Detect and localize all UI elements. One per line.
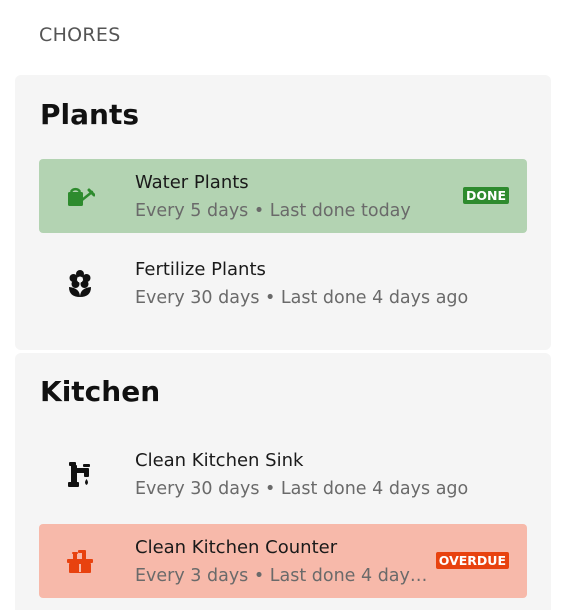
group-title: Kitchen <box>40 375 161 408</box>
chore-item-clean-kitchen-sink[interactable]: Clean Kitchen Sink Every 30 days • Last … <box>39 437 527 511</box>
faucet-icon <box>65 460 95 488</box>
group-card-plants: Plants Water Plants Every 5 days • Last … <box>15 75 551 350</box>
status-badge: DONE <box>462 187 509 204</box>
group-card-kitchen: Kitchen Clean Kitchen Sink Every 30 days… <box>15 353 551 610</box>
chore-item-clean-kitchen-counter[interactable]: Clean Kitchen Counter Every 3 days • Las… <box>39 524 527 598</box>
countertop-icon <box>65 547 95 575</box>
chore-name: Clean Kitchen Counter <box>135 537 338 558</box>
status-badge: OVERDUE <box>435 552 509 569</box>
chore-item-water-plants[interactable]: Water Plants Every 5 days • Last done to… <box>39 159 527 233</box>
chore-name: Fertilize Plants <box>135 259 266 280</box>
chore-meta: Every 30 days • Last done 4 days ago <box>135 288 469 308</box>
chore-item-fertilize-plants[interactable]: Fertilize Plants Every 30 days • Last do… <box>39 246 527 320</box>
group-title: Plants <box>40 98 139 131</box>
chore-name: Clean Kitchen Sink <box>135 450 304 471</box>
section-label: CHORES <box>39 24 121 46</box>
chore-meta: Every 3 days • Last done 4 days ago <box>135 566 431 586</box>
flower-icon <box>65 269 95 297</box>
chore-name: Water Plants <box>135 172 249 193</box>
watering-can-icon <box>65 182 96 210</box>
chore-meta: Every 5 days • Last done today <box>135 201 411 221</box>
chore-meta: Every 30 days • Last done 4 days ago <box>135 479 469 499</box>
